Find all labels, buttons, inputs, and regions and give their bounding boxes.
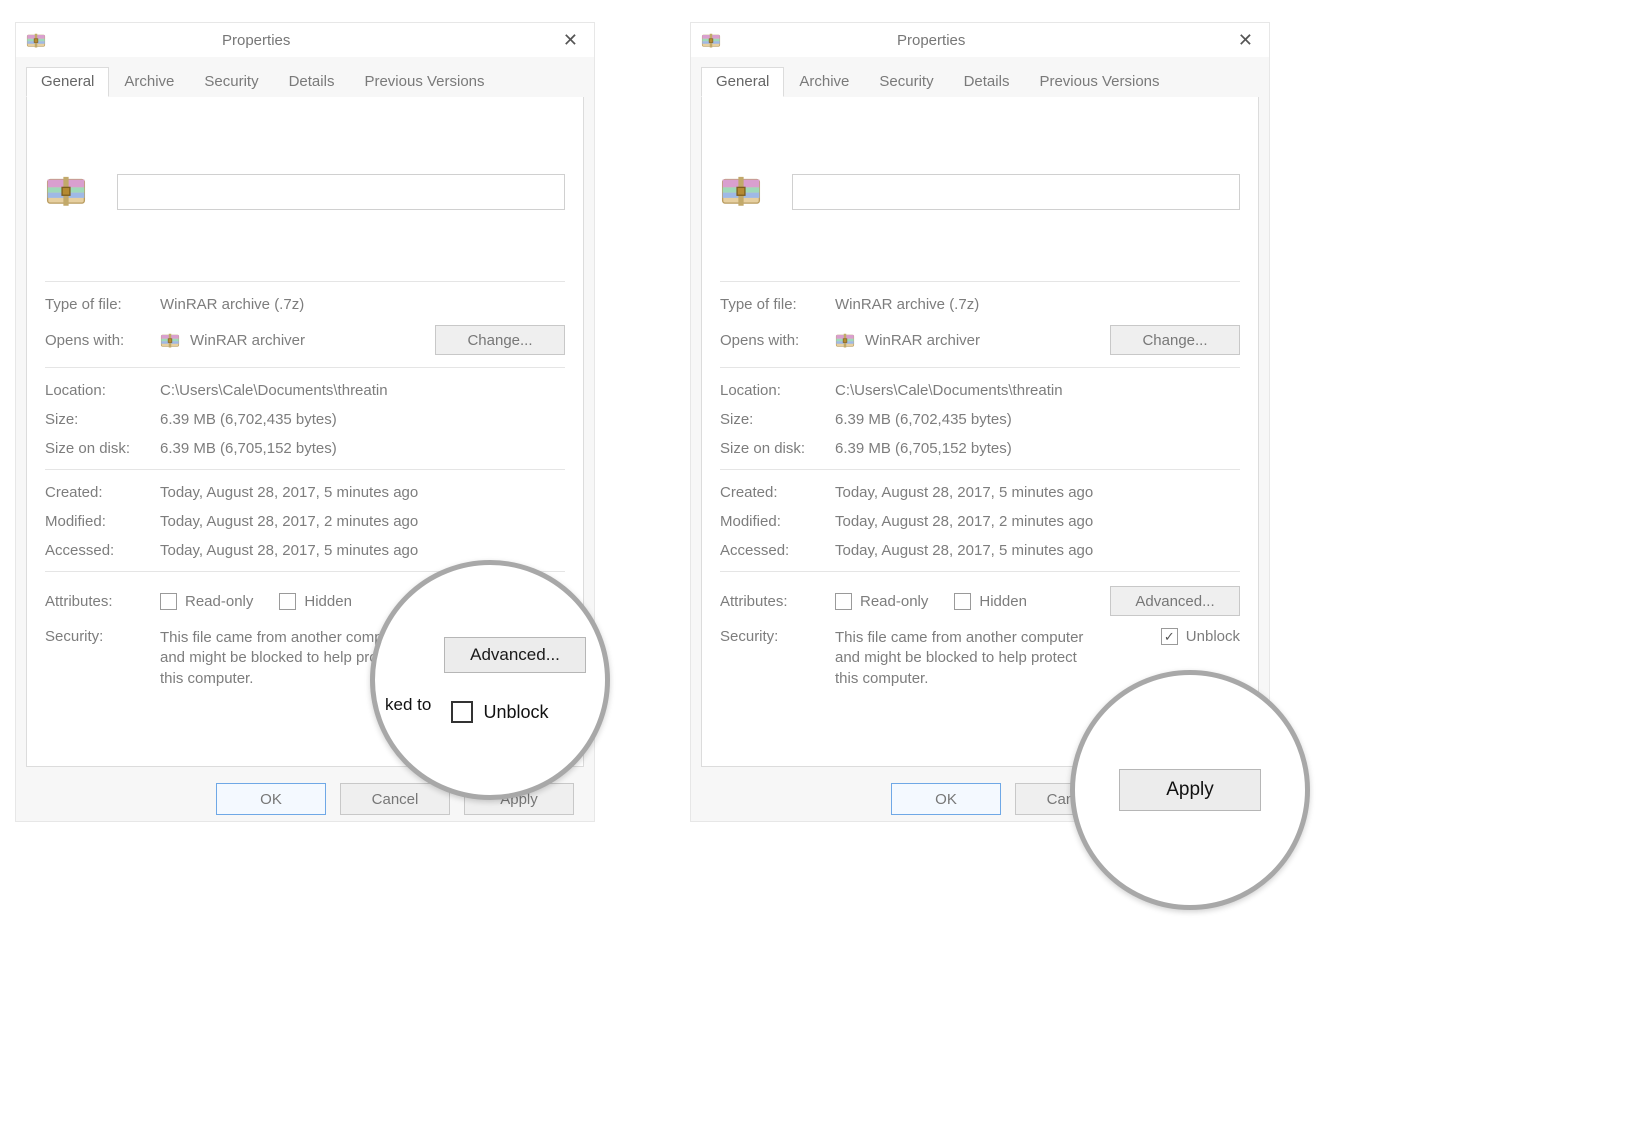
label-created: Created: bbox=[720, 484, 835, 501]
tab-archive[interactable]: Archive bbox=[784, 67, 864, 97]
tab-security[interactable]: Security bbox=[189, 67, 273, 97]
close-icon[interactable]: ✕ bbox=[1232, 30, 1259, 51]
value-size: 6.39 MB (6,702,435 bytes) bbox=[835, 411, 1012, 428]
titlebar[interactable]: Properties ✕ bbox=[691, 23, 1269, 57]
tab-general[interactable]: General bbox=[701, 67, 784, 97]
file-rar-icon bbox=[45, 115, 87, 269]
value-created: Today, August 28, 2017, 5 minutes ago bbox=[835, 484, 1093, 501]
ok-button[interactable]: OK bbox=[891, 783, 1001, 815]
lens-unblock-checkbox[interactable]: Unblock bbox=[451, 701, 548, 723]
tab-previous-versions[interactable]: Previous Versions bbox=[1024, 67, 1174, 97]
label-location: Location: bbox=[45, 382, 160, 399]
tab-details[interactable]: Details bbox=[949, 67, 1025, 97]
window-rar-icon bbox=[26, 30, 46, 50]
label-modified: Modified: bbox=[45, 513, 160, 530]
window-title: Properties bbox=[897, 32, 965, 49]
general-panel: Type of file: WinRAR archive (.7z) Opens… bbox=[701, 97, 1259, 767]
lens-advanced-button[interactable]: Advanced... bbox=[444, 637, 586, 673]
label-size: Size: bbox=[45, 411, 160, 428]
value-accessed: Today, August 28, 2017, 5 minutes ago bbox=[835, 542, 1093, 559]
security-message: This file came from another computer and… bbox=[835, 628, 1095, 689]
magnifier-left: Advanced... Unblock ked to bbox=[370, 560, 610, 800]
advanced-button[interactable]: Advanced... bbox=[1110, 586, 1240, 616]
opens-with-rar-icon bbox=[835, 330, 855, 350]
tab-security[interactable]: Security bbox=[864, 67, 948, 97]
label-attributes: Attributes: bbox=[720, 593, 835, 610]
label-accessed: Accessed: bbox=[45, 542, 160, 559]
file-rar-icon bbox=[720, 115, 762, 269]
label-accessed: Accessed: bbox=[720, 542, 835, 559]
value-location: C:\Users\Cale\Documents\threatin bbox=[160, 382, 388, 399]
window-title: Properties bbox=[222, 32, 290, 49]
value-opens-with: WinRAR archiver bbox=[190, 332, 435, 349]
filename-input[interactable] bbox=[792, 174, 1240, 210]
readonly-checkbox[interactable]: Read-only bbox=[160, 593, 253, 610]
lens-apply-button[interactable]: Apply bbox=[1119, 769, 1261, 811]
value-size-on-disk: 6.39 MB (6,705,152 bytes) bbox=[835, 440, 1012, 457]
tabstrip: General Archive Security Details Previou… bbox=[691, 57, 1269, 97]
value-type-of-file: WinRAR archive (.7z) bbox=[835, 296, 979, 313]
value-type-of-file: WinRAR archive (.7z) bbox=[160, 296, 304, 313]
magnifier-right: Apply bbox=[1070, 670, 1310, 910]
hidden-checkbox[interactable]: Hidden bbox=[279, 593, 352, 610]
value-size: 6.39 MB (6,702,435 bytes) bbox=[160, 411, 337, 428]
label-modified: Modified: bbox=[720, 513, 835, 530]
label-type-of-file: Type of file: bbox=[45, 296, 160, 313]
tab-archive[interactable]: Archive bbox=[109, 67, 189, 97]
readonly-checkbox[interactable]: Read-only bbox=[835, 593, 928, 610]
label-created: Created: bbox=[45, 484, 160, 501]
value-created: Today, August 28, 2017, 5 minutes ago bbox=[160, 484, 418, 501]
opens-with-rar-icon bbox=[160, 330, 180, 350]
titlebar[interactable]: Properties ✕ bbox=[16, 23, 594, 57]
tab-details[interactable]: Details bbox=[274, 67, 350, 97]
filename-input[interactable] bbox=[117, 174, 565, 210]
change-button[interactable]: Change... bbox=[1110, 325, 1240, 355]
hidden-checkbox[interactable]: Hidden bbox=[954, 593, 1027, 610]
close-icon[interactable]: ✕ bbox=[557, 30, 584, 51]
label-security: Security: bbox=[45, 628, 160, 645]
tabstrip: General Archive Security Details Previou… bbox=[16, 57, 594, 97]
label-attributes: Attributes: bbox=[45, 593, 160, 610]
change-button[interactable]: Change... bbox=[435, 325, 565, 355]
value-accessed: Today, August 28, 2017, 5 minutes ago bbox=[160, 542, 418, 559]
tab-general[interactable]: General bbox=[26, 67, 109, 97]
value-location: C:\Users\Cale\Documents\threatin bbox=[835, 382, 1063, 399]
label-size-on-disk: Size on disk: bbox=[720, 440, 835, 457]
label-size: Size: bbox=[720, 411, 835, 428]
tab-previous-versions[interactable]: Previous Versions bbox=[349, 67, 499, 97]
label-location: Location: bbox=[720, 382, 835, 399]
value-opens-with: WinRAR archiver bbox=[865, 332, 1110, 349]
value-size-on-disk: 6.39 MB (6,705,152 bytes) bbox=[160, 440, 337, 457]
label-size-on-disk: Size on disk: bbox=[45, 440, 160, 457]
value-modified: Today, August 28, 2017, 2 minutes ago bbox=[835, 513, 1093, 530]
label-opens-with: Opens with: bbox=[45, 332, 160, 349]
unblock-checkbox[interactable]: ✓Unblock bbox=[1161, 628, 1240, 645]
label-type-of-file: Type of file: bbox=[720, 296, 835, 313]
label-security: Security: bbox=[720, 628, 835, 645]
label-opens-with: Opens with: bbox=[720, 332, 835, 349]
lens-text-fragment: ked to bbox=[385, 695, 431, 715]
window-rar-icon bbox=[701, 30, 721, 50]
value-modified: Today, August 28, 2017, 2 minutes ago bbox=[160, 513, 418, 530]
ok-button[interactable]: OK bbox=[216, 783, 326, 815]
